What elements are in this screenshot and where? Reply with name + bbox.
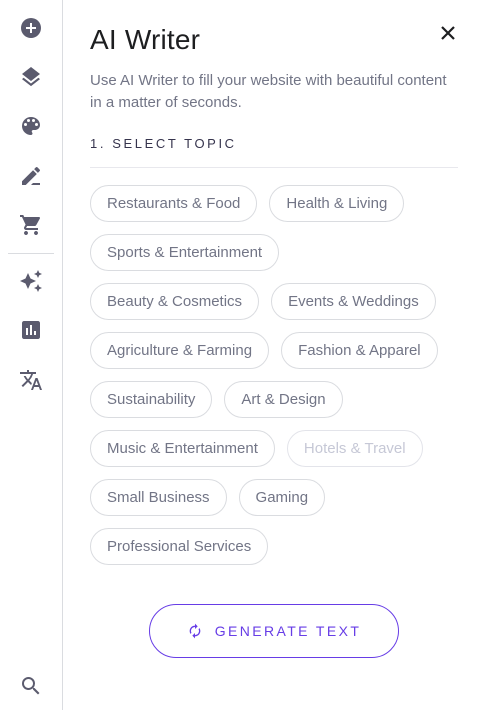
topic-chip[interactable]: Sustainability bbox=[90, 381, 213, 418]
generate-text-button[interactable]: GENERATE TEXT bbox=[149, 604, 399, 658]
topic-chip[interactable]: Gaming bbox=[238, 479, 326, 516]
refresh-icon bbox=[189, 623, 201, 639]
translate-icon[interactable] bbox=[17, 366, 45, 394]
topic-chip[interactable]: Events & Weddings bbox=[271, 283, 436, 320]
close-button[interactable] bbox=[436, 21, 460, 45]
topic-list: Restaurants & Food Health & Living Sports … bbox=[90, 185, 460, 565]
topic-chip[interactable]: Fashion & Apparel bbox=[281, 332, 438, 369]
topic-chip[interactable]: Agriculture & Farming bbox=[90, 332, 270, 369]
analytics-icon[interactable] bbox=[17, 316, 45, 344]
edit-icon[interactable] bbox=[17, 162, 45, 190]
topic-chip: Hotels & Travel bbox=[286, 430, 423, 467]
topic-chip[interactable]: Beauty & Cosmetics bbox=[90, 283, 260, 320]
section-divider bbox=[90, 167, 458, 168]
topic-chip[interactable]: Professional Services bbox=[90, 528, 269, 565]
search-icon[interactable] bbox=[17, 672, 45, 700]
topic-chip[interactable]: Health & Living bbox=[269, 185, 405, 222]
sparkles-icon[interactable] bbox=[17, 267, 45, 295]
topic-chip[interactable]: Restaurants & Food bbox=[90, 185, 258, 222]
topic-chip[interactable]: Small Business bbox=[90, 479, 227, 516]
page-title: AI Writer bbox=[90, 24, 201, 55]
step-label: 1. SELECT TOPIC bbox=[90, 136, 237, 151]
generate-text-label: GENERATE TEXT bbox=[214, 623, 362, 639]
layers-icon[interactable] bbox=[17, 63, 45, 91]
topic-chip[interactable]: Music & Entertainment bbox=[90, 430, 275, 467]
sidebar-divider bbox=[8, 253, 54, 254]
palette-icon[interactable] bbox=[17, 112, 45, 140]
close-icon bbox=[441, 26, 455, 40]
sidebar bbox=[0, 0, 63, 710]
cart-icon[interactable] bbox=[17, 211, 45, 239]
topic-chip[interactable]: Sports & Entertainment bbox=[90, 234, 280, 271]
panel-description: Use AI Writer to fill your website with … bbox=[90, 72, 447, 111]
topic-chip[interactable]: Art & Design bbox=[224, 381, 343, 418]
add-icon[interactable] bbox=[17, 14, 45, 42]
